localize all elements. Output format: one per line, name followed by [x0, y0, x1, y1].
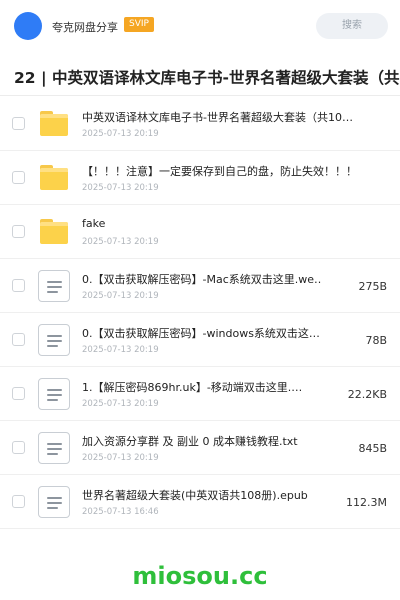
watermark: miosou.cc [132, 562, 268, 590]
folder-icon [38, 108, 70, 140]
document-icon [38, 378, 70, 410]
checkbox[interactable] [12, 441, 25, 454]
list-item[interactable]: 1.【解压密码869hr.uk】-移动端双击这里.… 2025-07-13 20:… [0, 367, 400, 421]
list-item[interactable]: 中英双语译林文库电子书-世界名著超级大套装（共10… 2025-07-13 20:… [0, 97, 400, 151]
folder-icon [38, 216, 70, 248]
file-name[interactable]: 1.【解压密码869hr.uk】-移动端双击这里.… [82, 379, 302, 395]
list-item[interactable]: 0.【双击获取解压密码】-windows系统双击这… 2025-07-13 20:… [0, 313, 400, 367]
file-name[interactable]: 中英双语译林文库电子书-世界名著超级大套装（共10… [82, 109, 353, 125]
file-date: 2025-07-13 20:19 [82, 129, 159, 139]
file-date: 2025-07-13 20:19 [82, 237, 159, 247]
file-date: 2025-07-13 20:19 [82, 453, 159, 463]
file-date: 2025-07-13 20:19 [82, 345, 159, 355]
file-name[interactable]: 【！！！注意】一定要保存到自己的盘，防止失效！！！ [82, 163, 357, 179]
list-item[interactable]: 世界名著超级大套装(中英双语共108册).epub 2025-07-13 16:4… [0, 475, 400, 529]
file-date: 2025-07-13 20:19 [82, 399, 159, 409]
checkbox[interactable] [12, 225, 25, 238]
folder-title-bar: 22 | 中英双语译林文库电子书-世界名著超级大套装（共108 [0, 56, 400, 96]
file-date: 2025-07-13 20:19 [82, 183, 159, 193]
file-name[interactable]: 加入资源分享群 及 副业 0 成本赚钱教程.txt [82, 433, 298, 449]
document-icon [38, 432, 70, 464]
file-date: 2025-07-13 16:46 [82, 507, 159, 517]
checkbox[interactable] [12, 117, 25, 130]
checkbox[interactable] [12, 333, 25, 346]
list-item[interactable]: 0.【双击获取解压密码】-Mac系统双击这里.we… 2025-07-13 20:… [0, 259, 400, 313]
search-input[interactable]: 搜索 [316, 13, 388, 39]
top-bar: 夸克网盘分享 SVIP 搜索 [0, 0, 400, 52]
file-size: 22.2KB [347, 388, 387, 401]
svip-badge: SVIP [124, 17, 154, 32]
username: 夸克网盘分享 [52, 21, 118, 34]
file-name[interactable]: 0.【双击获取解压密码】-windows系统双击这… [82, 325, 320, 341]
file-name[interactable]: 世界名著超级大套装(中英双语共108册).epub [82, 487, 308, 503]
file-size: 112.3M [346, 496, 387, 509]
document-icon [38, 270, 70, 302]
document-icon [38, 486, 70, 518]
list-item[interactable]: fake 2025-07-13 20:19 [0, 205, 400, 259]
file-name[interactable]: fake [82, 217, 105, 230]
file-date: 2025-07-13 20:19 [82, 291, 159, 301]
document-icon [38, 324, 70, 356]
checkbox[interactable] [12, 171, 25, 184]
folder-icon [38, 162, 70, 194]
list-item[interactable]: 【！！！注意】一定要保存到自己的盘，防止失效！！！ 2025-07-13 20:1… [0, 151, 400, 205]
file-size: 275B [358, 280, 387, 293]
avatar[interactable] [14, 12, 42, 40]
file-list: 中英双语译林文库电子书-世界名著超级大套装（共10… 2025-07-13 20:… [0, 97, 400, 529]
checkbox[interactable] [12, 495, 25, 508]
file-size: 845B [358, 442, 387, 455]
page-title: 22 | 中英双语译林文库电子书-世界名著超级大套装（共108 [14, 69, 400, 87]
checkbox[interactable] [12, 279, 25, 292]
checkbox[interactable] [12, 387, 25, 400]
file-size: 78B [365, 334, 387, 347]
file-name[interactable]: 0.【双击获取解压密码】-Mac系统双击这里.we… [82, 271, 322, 287]
list-item[interactable]: 加入资源分享群 及 副业 0 成本赚钱教程.txt 2025-07-13 20:1… [0, 421, 400, 475]
